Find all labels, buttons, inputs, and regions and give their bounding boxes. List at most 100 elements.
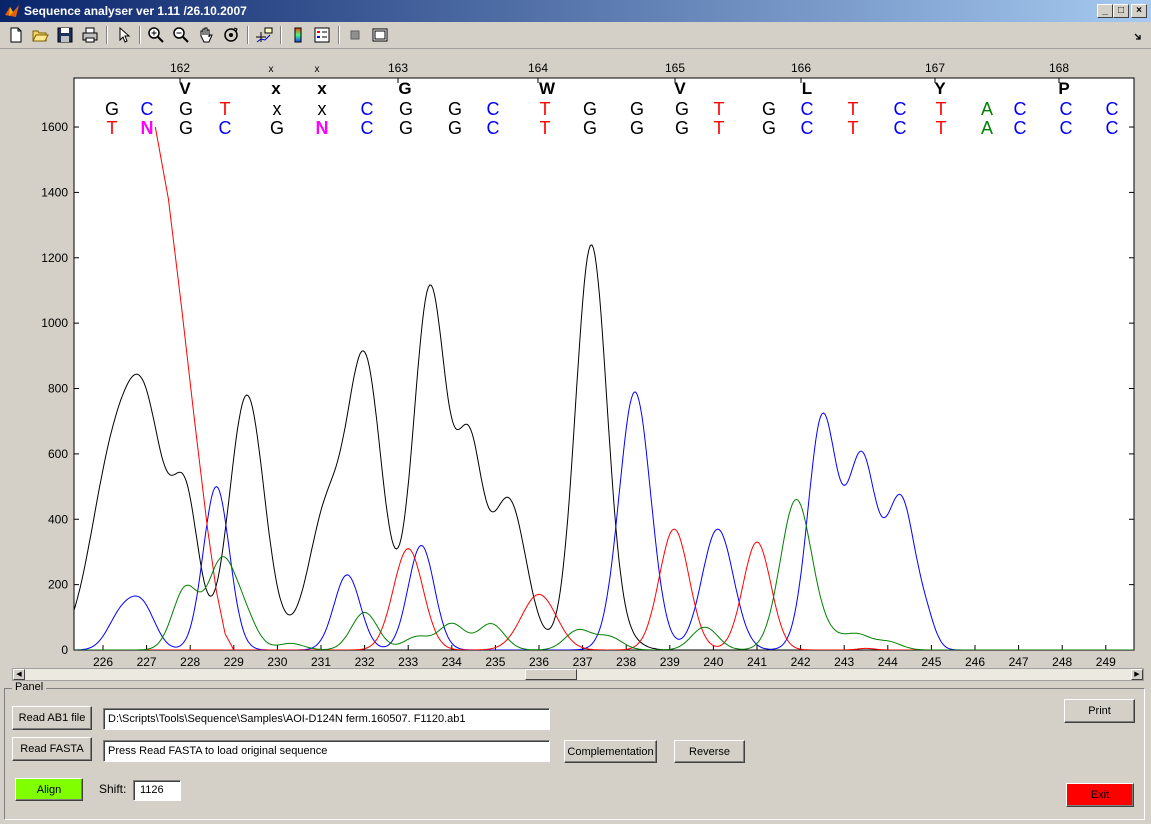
open-folder-icon[interactable] <box>30 25 50 45</box>
x-tick-label: 240 <box>703 655 723 668</box>
ab1-path-field[interactable]: D:\Scripts\Tools\Sequence\Samples\AOI-D1… <box>103 708 550 730</box>
base-call-label: C <box>361 99 374 119</box>
base-call-label: T <box>936 118 947 138</box>
minimize-button[interactable]: _ <box>1097 4 1113 18</box>
x-tick-label: 249 <box>1096 655 1116 668</box>
zoom-in-icon[interactable] <box>146 25 166 45</box>
base-call-label: G <box>105 99 119 119</box>
horizontal-scrollbar[interactable]: ◀ ▶ <box>12 668 1144 681</box>
align-button[interactable]: Align <box>15 778 83 801</box>
pointer-icon[interactable] <box>114 25 134 45</box>
x-tick-label: 231 <box>311 655 331 668</box>
chromatogram-chart: 0 200 400 600 800 1000 1200 1400 1600 226 227 228 2… <box>41 61 1135 668</box>
window-box-icon[interactable] <box>370 25 390 45</box>
codon-number-label: 167 <box>925 61 945 75</box>
base-call-label: G <box>179 99 193 119</box>
x-tick-label: 242 <box>791 655 811 668</box>
colorbar-icon[interactable] <box>288 25 308 45</box>
x-tick-label: 232 <box>355 655 375 668</box>
panel-label: Panel <box>12 681 47 693</box>
codon-number-label: 168 <box>1049 61 1069 75</box>
base-call-label: A <box>981 99 993 119</box>
base-call-label: G <box>583 99 597 119</box>
fasta-status-field[interactable]: Press Read FASTA to load original sequen… <box>103 740 550 762</box>
new-file-icon[interactable] <box>6 25 26 45</box>
read-fasta-button[interactable]: Read FASTA <box>12 737 92 761</box>
amino-acid-label: Y <box>934 79 946 98</box>
x-tick-label: 226 <box>93 655 113 668</box>
base-call-label: T <box>936 99 947 119</box>
amino-acid-label: L <box>802 79 812 98</box>
amino-acid-label: x <box>317 79 327 98</box>
y-tick-label: 400 <box>48 512 68 526</box>
data-cursor-icon[interactable] <box>254 25 274 45</box>
base-call-label: C <box>487 99 500 119</box>
base-call-label: T <box>540 99 551 119</box>
pan-hand-icon[interactable] <box>196 25 216 45</box>
amino-acid-label: W <box>539 79 556 98</box>
base-call-label: T <box>848 118 859 138</box>
gray-square-icon[interactable] <box>345 25 365 45</box>
maximize-button[interactable]: □ <box>1113 4 1129 18</box>
zoom-out-icon[interactable] <box>171 25 191 45</box>
amino-acid-label: P <box>1058 79 1069 98</box>
read-ab1-button[interactable]: Read AB1 file <box>12 706 92 730</box>
base-call-label: T <box>220 99 231 119</box>
x-mark-label: x <box>269 64 274 75</box>
base-call-label: C <box>1106 99 1119 119</box>
matlab-logo-icon <box>5 5 19 17</box>
base-call-label: C <box>1060 99 1073 119</box>
y-tick-label: 1000 <box>41 316 68 330</box>
x-tick-label: 237 <box>573 655 593 668</box>
window-title: Sequence analyser ver 1.11 /26.10.2007 <box>24 4 247 18</box>
base-call-label: C <box>487 118 500 138</box>
base-call-label: G <box>583 118 597 138</box>
amino-acid-label: V <box>179 79 191 98</box>
close-button[interactable]: × <box>1131 4 1147 18</box>
x-tick-label: 233 <box>398 655 418 668</box>
scroll-right-arrow-icon[interactable]: ▶ <box>1131 669 1143 680</box>
shift-input[interactable]: 1126 <box>133 780 181 801</box>
rotate-icon[interactable] <box>221 25 241 45</box>
print-icon[interactable] <box>80 25 100 45</box>
toolbar <box>0 22 1151 49</box>
x-tick-label: 241 <box>747 655 767 668</box>
base-call-label: C <box>219 118 232 138</box>
x-mark-label: x <box>315 64 320 75</box>
base-call-label: A <box>981 118 993 138</box>
legend-icon[interactable] <box>312 25 332 45</box>
amino-acid-label: V <box>674 79 686 98</box>
y-tick-label: 1400 <box>41 185 68 199</box>
base-call-label: T <box>714 118 725 138</box>
codon-number-label: 166 <box>791 61 811 75</box>
base-call-label: C <box>141 99 154 119</box>
base-call-label: G <box>675 118 689 138</box>
y-tick-label: 800 <box>48 382 68 396</box>
base-call-label: G <box>630 99 644 119</box>
base-call-label: C <box>1014 118 1027 138</box>
x-tick-label: 230 <box>267 655 287 668</box>
x-tick-label: 243 <box>834 655 854 668</box>
codon-number-label: 163 <box>388 61 408 75</box>
base-call-label: G <box>399 118 413 138</box>
base-call-label: C <box>894 118 907 138</box>
print-button[interactable]: Print <box>1064 699 1135 723</box>
base-call-label: N <box>316 118 329 138</box>
x-tick-label: 246 <box>965 655 985 668</box>
scroll-left-arrow-icon[interactable]: ◀ <box>13 669 25 680</box>
x-tick-label: 239 <box>660 655 680 668</box>
x-tick-label: 228 <box>180 655 200 668</box>
x-tick-label: 247 <box>1009 655 1029 668</box>
toolbar-dock-arrow-icon[interactable] <box>1128 25 1144 45</box>
base-call-label: G <box>179 118 193 138</box>
base-call-label: T <box>540 118 551 138</box>
base-call-label: G <box>448 99 462 119</box>
reverse-button[interactable]: Reverse <box>674 740 745 763</box>
complementation-button[interactable]: Complementation <box>564 740 657 763</box>
y-tick-label: 1600 <box>41 120 68 134</box>
scroll-thumb[interactable] <box>525 669 577 680</box>
y-tick-label: 200 <box>48 578 68 592</box>
save-icon[interactable] <box>55 25 75 45</box>
codon-number-label: 162 <box>170 61 190 75</box>
exit-button[interactable]: Exit <box>1066 783 1134 807</box>
